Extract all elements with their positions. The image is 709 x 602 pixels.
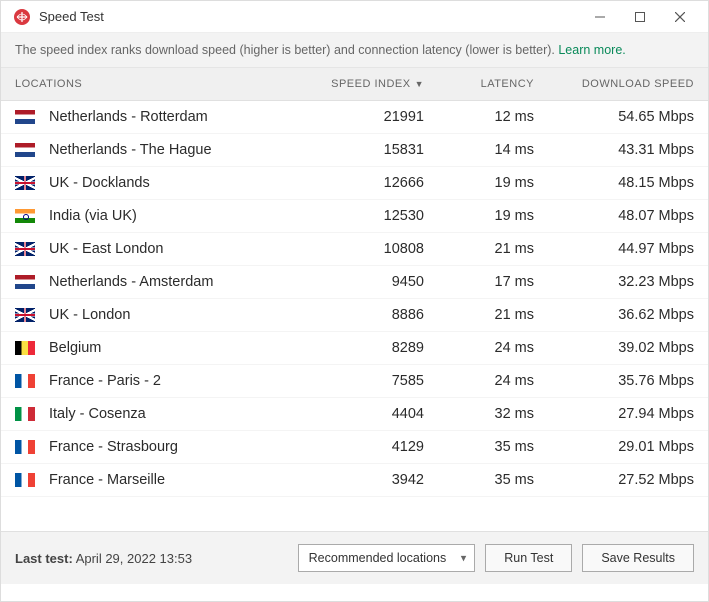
info-text: The speed index ranks download speed (hi… bbox=[15, 43, 558, 57]
table-row[interactable]: UK - East London1080821 ms44.97 Mbps bbox=[1, 233, 708, 266]
flag-icon bbox=[15, 242, 35, 256]
latency-value: 32 ms bbox=[424, 406, 534, 422]
flag-icon bbox=[15, 176, 35, 190]
app-icon bbox=[13, 8, 31, 26]
latency-value: 19 ms bbox=[424, 175, 534, 191]
speed-index-value: 10808 bbox=[294, 241, 424, 257]
location-name: Belgium bbox=[49, 340, 294, 356]
download-value: 27.94 Mbps bbox=[534, 406, 694, 422]
column-header-speed-index[interactable]: SPEED INDEX ▼ bbox=[294, 78, 424, 90]
table-row[interactable]: France - Marseille394235 ms27.52 Mbps bbox=[1, 464, 708, 497]
download-value: 27.52 Mbps bbox=[534, 472, 694, 488]
column-header-download[interactable]: DOWNLOAD SPEED bbox=[534, 78, 694, 90]
download-value: 29.01 Mbps bbox=[534, 439, 694, 455]
flag-icon bbox=[15, 308, 35, 322]
location-name: Italy - Cosenza bbox=[49, 406, 294, 422]
flag-icon bbox=[15, 407, 35, 421]
location-name: France - Paris - 2 bbox=[49, 373, 294, 389]
maximize-button[interactable] bbox=[620, 3, 660, 31]
column-header-latency[interactable]: LATENCY bbox=[424, 78, 534, 90]
download-value: 44.97 Mbps bbox=[534, 241, 694, 257]
info-bar: The speed index ranks download speed (hi… bbox=[1, 33, 708, 68]
speed-index-value: 9450 bbox=[294, 274, 424, 290]
table-body[interactable]: Netherlands - Rotterdam2199112 ms54.65 M… bbox=[1, 101, 708, 531]
speed-index-value: 21991 bbox=[294, 109, 424, 125]
location-name: France - Marseille bbox=[49, 472, 294, 488]
table-header: LOCATIONS SPEED INDEX ▼ LATENCY DOWNLOAD… bbox=[1, 68, 708, 101]
latency-value: 35 ms bbox=[424, 472, 534, 488]
column-header-locations[interactable]: LOCATIONS bbox=[15, 78, 294, 90]
table-row[interactable]: UK - Docklands1266619 ms48.15 Mbps bbox=[1, 167, 708, 200]
latency-value: 24 ms bbox=[424, 373, 534, 389]
download-value: 43.31 Mbps bbox=[534, 142, 694, 158]
table-row[interactable]: India (via UK)1253019 ms48.07 Mbps bbox=[1, 200, 708, 233]
latency-value: 21 ms bbox=[424, 241, 534, 257]
flag-icon bbox=[15, 143, 35, 157]
speed-index-value: 12530 bbox=[294, 208, 424, 224]
close-button[interactable] bbox=[660, 3, 700, 31]
flag-icon bbox=[15, 374, 35, 388]
speed-index-value: 4129 bbox=[294, 439, 424, 455]
download-value: 32.23 Mbps bbox=[534, 274, 694, 290]
flag-icon bbox=[15, 275, 35, 289]
table-row[interactable]: Netherlands - Rotterdam2199112 ms54.65 M… bbox=[1, 101, 708, 134]
flag-icon bbox=[15, 110, 35, 124]
download-value: 36.62 Mbps bbox=[534, 307, 694, 323]
latency-value: 24 ms bbox=[424, 340, 534, 356]
save-results-button[interactable]: Save Results bbox=[582, 544, 694, 572]
location-name: UK - East London bbox=[49, 241, 294, 257]
latency-value: 17 ms bbox=[424, 274, 534, 290]
latency-value: 12 ms bbox=[424, 109, 534, 125]
table-row[interactable]: Italy - Cosenza440432 ms27.94 Mbps bbox=[1, 398, 708, 431]
speed-index-value: 7585 bbox=[294, 373, 424, 389]
location-name: Netherlands - Rotterdam bbox=[49, 109, 294, 125]
latency-value: 14 ms bbox=[424, 142, 534, 158]
location-name: Netherlands - Amsterdam bbox=[49, 274, 294, 290]
location-name: Netherlands - The Hague bbox=[49, 142, 294, 158]
speed-index-value: 4404 bbox=[294, 406, 424, 422]
sort-desc-icon: ▼ bbox=[415, 79, 424, 89]
speed-index-value: 3942 bbox=[294, 472, 424, 488]
titlebar: Speed Test bbox=[1, 1, 708, 33]
download-value: 48.07 Mbps bbox=[534, 208, 694, 224]
table-row[interactable]: France - Strasbourg412935 ms29.01 Mbps bbox=[1, 431, 708, 464]
latency-value: 19 ms bbox=[424, 208, 534, 224]
flag-icon bbox=[15, 473, 35, 487]
flag-icon bbox=[15, 209, 35, 223]
table-row[interactable]: Belgium828924 ms39.02 Mbps bbox=[1, 332, 708, 365]
table-row[interactable]: France - Paris - 2758524 ms35.76 Mbps bbox=[1, 365, 708, 398]
location-name: France - Strasbourg bbox=[49, 439, 294, 455]
speed-index-value: 12666 bbox=[294, 175, 424, 191]
flag-icon bbox=[15, 341, 35, 355]
flag-icon bbox=[15, 440, 35, 454]
download-value: 35.76 Mbps bbox=[534, 373, 694, 389]
learn-more-link[interactable]: Learn more. bbox=[558, 43, 625, 57]
minimize-button[interactable] bbox=[580, 3, 620, 31]
download-value: 48.15 Mbps bbox=[534, 175, 694, 191]
locations-dropdown[interactable]: Recommended locations bbox=[298, 544, 476, 572]
download-value: 54.65 Mbps bbox=[534, 109, 694, 125]
window-title: Speed Test bbox=[39, 9, 580, 24]
window-controls bbox=[580, 3, 700, 31]
latency-value: 21 ms bbox=[424, 307, 534, 323]
location-name: UK - London bbox=[49, 307, 294, 323]
footer: Last test: April 29, 2022 13:53 Recommen… bbox=[1, 531, 708, 584]
table-row[interactable]: Netherlands - Amsterdam945017 ms32.23 Mb… bbox=[1, 266, 708, 299]
speed-index-value: 8289 bbox=[294, 340, 424, 356]
table-row[interactable]: UK - London888621 ms36.62 Mbps bbox=[1, 299, 708, 332]
location-name: UK - Docklands bbox=[49, 175, 294, 191]
latency-value: 35 ms bbox=[424, 439, 534, 455]
speed-index-value: 8886 bbox=[294, 307, 424, 323]
last-test-label: Last test: April 29, 2022 13:53 bbox=[15, 551, 192, 566]
run-test-button[interactable]: Run Test bbox=[485, 544, 572, 572]
location-name: India (via UK) bbox=[49, 208, 294, 224]
table-row[interactable]: Netherlands - The Hague1583114 ms43.31 M… bbox=[1, 134, 708, 167]
speed-index-value: 15831 bbox=[294, 142, 424, 158]
download-value: 39.02 Mbps bbox=[534, 340, 694, 356]
